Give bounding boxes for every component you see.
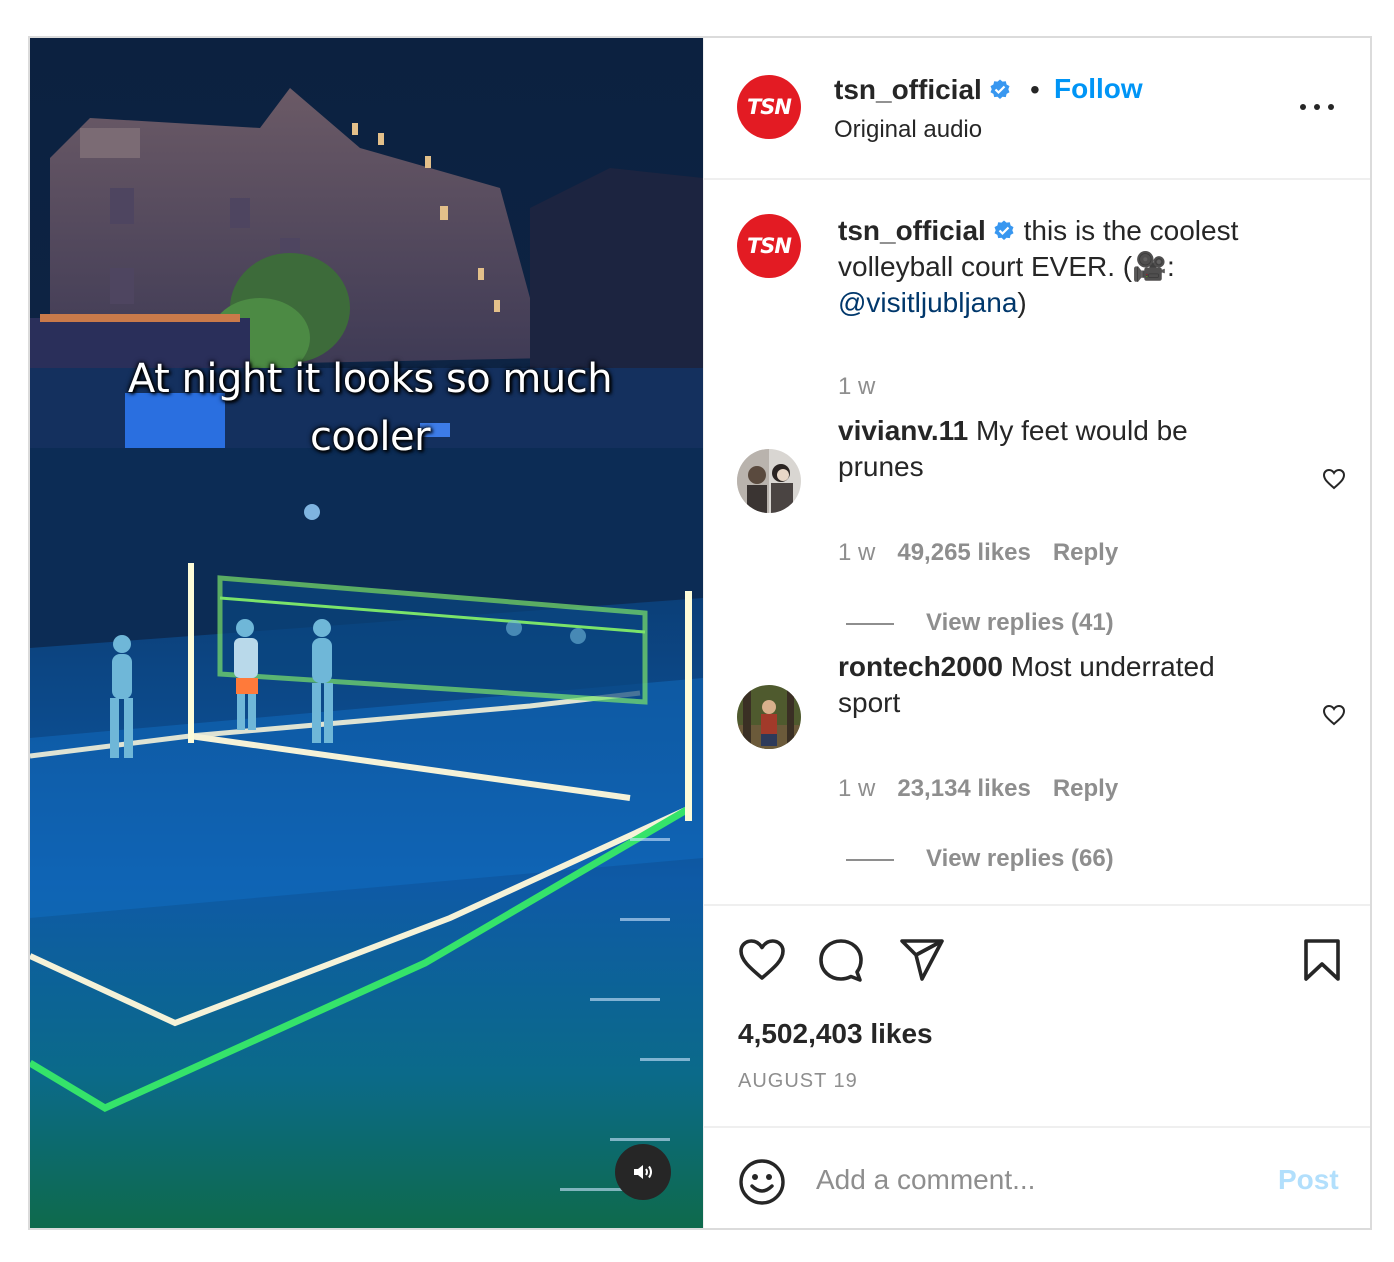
comment-time[interactable]: 1 w [838,775,875,802]
verified-badge-icon [994,220,1014,240]
post-video[interactable]: At night it looks so much cooler [30,38,703,1228]
comment-like-heart-icon[interactable] [1322,704,1346,726]
comment-like-heart-icon[interactable] [1322,468,1346,490]
separator-dot: • [1030,74,1040,105]
view-replies-label: View replies (41) [926,609,1114,636]
caption-avatar[interactable]: TSN [737,214,801,278]
comment-avatar[interactable] [737,449,801,513]
comment-username[interactable]: vivianv.11 [838,415,968,446]
total-likes[interactable]: 4,502,403 likes [738,1018,933,1050]
post-date[interactable]: AUGUST 19 [738,1070,858,1093]
share-icon[interactable] [899,938,945,982]
caption-text: tsn_official this is the coolest volleyb… [838,213,1278,321]
comment-username[interactable]: rontech2000 [838,651,1003,682]
caption-mention-link[interactable]: @visitljubljana [838,287,1017,318]
author-avatar[interactable]: TSN [737,75,801,139]
bookmark-icon[interactable] [1302,938,1342,982]
video-text-overlay: At night it looks so much cooler [127,356,613,460]
follow-button[interactable]: Follow [1054,73,1143,105]
verified-badge-icon [990,79,1010,99]
reply-button[interactable]: Reply [1053,539,1118,566]
video-frame [30,38,703,1228]
comment-likes-count[interactable]: 49,265 likes [897,539,1030,566]
comment-avatar[interactable] [737,685,801,749]
comment-icon[interactable] [817,937,865,985]
post-actions: 4,502,403 likes AUGUST 19 [704,904,1370,1126]
post-sidebar: TSN tsn_official • Follow Original audio… [703,38,1370,1228]
comment-text: rontech2000 Most underrated sport [838,649,1278,721]
tsn-logo: TSN [746,234,792,258]
comment-meta: 1 w 49,265 likes Reply [838,539,1118,567]
comment-meta: 1 w 23,134 likes Reply [838,775,1118,803]
speaker-icon [634,1165,652,1179]
replies-divider [846,622,894,625]
comment-text: vivianv.11 My feet would be prunes [838,413,1278,485]
post-container: At night it looks so much cooler TSN tsn… [28,36,1372,1230]
caption-username[interactable]: tsn_official [838,215,986,246]
post-comment-button[interactable]: Post [1278,1164,1339,1196]
author-username-text: tsn_official [834,74,982,105]
heart-icon[interactable] [738,938,786,982]
reply-button[interactable]: Reply [1053,775,1118,802]
caption-time[interactable]: 1 w [838,373,875,400]
view-replies-label: View replies (66) [926,845,1114,872]
caption-close-paren: ) [1017,287,1027,318]
comments-list[interactable]: TSN tsn_official this is the coolest vol… [704,182,1370,904]
comment-input[interactable] [816,1158,1256,1202]
post-header: TSN tsn_official • Follow Original audio [704,38,1370,180]
more-options-icon[interactable] [1300,104,1334,112]
replies-divider [846,858,894,861]
caption-meta: 1 w [838,373,875,401]
avatar-photo [737,449,801,513]
emoji-icon[interactable] [738,1158,786,1206]
view-replies-button[interactable]: View replies (41) [846,609,1114,637]
view-replies-button[interactable]: View replies (66) [846,845,1114,873]
comment-time[interactable]: 1 w [838,539,875,566]
author-username[interactable]: tsn_official [834,74,1012,106]
avatar-photo [737,685,801,749]
add-comment-bar: Post [704,1126,1370,1228]
tsn-logo: TSN [746,95,792,119]
mute-button[interactable] [615,1144,671,1200]
comment-likes-count[interactable]: 23,134 likes [897,775,1030,802]
audio-label[interactable]: Original audio [834,116,982,144]
